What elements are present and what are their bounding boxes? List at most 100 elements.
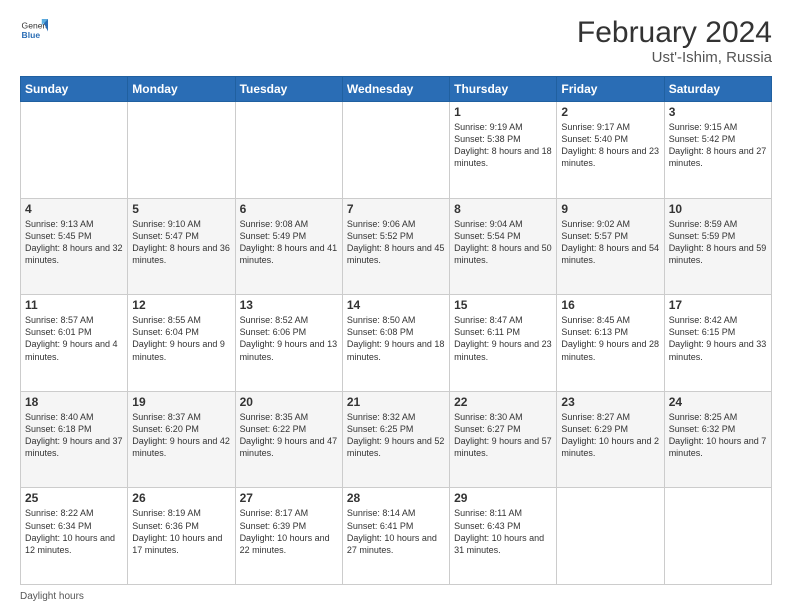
day-info: Sunrise: 8:50 AM Sunset: 6:08 PM Dayligh… <box>347 314 445 363</box>
day-info: Sunrise: 9:06 AM Sunset: 5:52 PM Dayligh… <box>347 218 445 267</box>
day-info: Sunrise: 8:30 AM Sunset: 6:27 PM Dayligh… <box>454 411 552 460</box>
day-of-week-header: Sunday <box>21 77 128 102</box>
calendar-cell: 6Sunrise: 9:08 AM Sunset: 5:49 PM Daylig… <box>235 198 342 295</box>
day-number: 12 <box>132 298 230 312</box>
day-info: Sunrise: 8:27 AM Sunset: 6:29 PM Dayligh… <box>561 411 659 460</box>
calendar-cell: 28Sunrise: 8:14 AM Sunset: 6:41 PM Dayli… <box>342 488 449 585</box>
day-info: Sunrise: 8:19 AM Sunset: 6:36 PM Dayligh… <box>132 507 230 556</box>
calendar-cell: 22 Sunrise: 8:30 AM Sunset: 6:27 PM Dayli… <box>450 391 557 488</box>
day-number: 25 <box>25 491 123 505</box>
day-info: Sunrise: 9:04 AM Sunset: 5:54 PM Dayligh… <box>454 218 552 267</box>
calendar-cell: 2 Sunrise: 9:17 AM Sunset: 5:40 PM Daylig… <box>557 102 664 199</box>
day-number: 27 <box>240 491 338 505</box>
calendar-cell: 29 Sunrise: 8:11 AM Sunset: 6:43 PM Dayli… <box>450 488 557 585</box>
calendar-cell <box>557 488 664 585</box>
calendar-cell: 11Sunrise: 8:57 AM Sunset: 6:01 PM Dayli… <box>21 295 128 392</box>
day-info: Sunrise: 8:35 AM Sunset: 6:22 PM Dayligh… <box>240 411 338 460</box>
day-info: Sunrise: 8:47 AM Sunset: 6:11 PM Dayligh… <box>454 314 552 363</box>
day-of-week-header: Monday <box>128 77 235 102</box>
day-number: 17 <box>669 298 767 312</box>
day-number: 14 <box>347 298 445 312</box>
daylight-hours-label: Daylight hours <box>20 591 84 602</box>
day-number: 20 <box>240 395 338 409</box>
day-number: 16 <box>561 298 659 312</box>
calendar-cell: 20 Sunrise: 8:35 AM Sunset: 6:22 PM Dayli… <box>235 391 342 488</box>
day-info: Sunrise: 8:17 AM Sunset: 6:39 PM Dayligh… <box>240 507 338 556</box>
day-info: Sunrise: 8:55 AM Sunset: 6:04 PM Dayligh… <box>132 314 230 363</box>
calendar-cell: 3Sunrise: 9:15 AM Sunset: 5:42 PM Daylig… <box>664 102 771 199</box>
day-info: Sunrise: 8:45 AM Sunset: 6:13 PM Dayligh… <box>561 314 659 363</box>
day-info: Sunrise: 8:37 AM Sunset: 6:20 PM Dayligh… <box>132 411 230 460</box>
day-number: 23 <box>561 395 659 409</box>
day-number: 29 <box>454 491 552 505</box>
day-info: Sunrise: 9:02 AM Sunset: 5:57 PM Dayligh… <box>561 218 659 267</box>
day-info: Sunrise: 8:42 AM Sunset: 6:15 PM Dayligh… <box>669 314 767 363</box>
calendar-cell: 10 Sunrise: 8:59 AM Sunset: 5:59 PM Dayli… <box>664 198 771 295</box>
month-year-title: February 2024 <box>577 16 772 49</box>
day-number: 2 <box>561 105 659 119</box>
day-info: Sunrise: 8:14 AM Sunset: 6:41 PM Dayligh… <box>347 507 445 556</box>
calendar-cell: 18Sunrise: 8:40 AM Sunset: 6:18 PM Dayli… <box>21 391 128 488</box>
calendar-header-row: SundayMondayTuesdayWednesdayThursdayFrid… <box>21 77 772 102</box>
calendar-cell <box>342 102 449 199</box>
day-number: 7 <box>347 202 445 216</box>
day-number: 22 <box>454 395 552 409</box>
day-of-week-header: Saturday <box>664 77 771 102</box>
day-info: Sunrise: 8:22 AM Sunset: 6:34 PM Dayligh… <box>25 507 123 556</box>
day-info: Sunrise: 8:32 AM Sunset: 6:25 PM Dayligh… <box>347 411 445 460</box>
day-number: 10 <box>669 202 767 216</box>
day-info: Sunrise: 8:52 AM Sunset: 6:06 PM Dayligh… <box>240 314 338 363</box>
day-number: 24 <box>669 395 767 409</box>
day-number: 15 <box>454 298 552 312</box>
calendar-week-row: 18Sunrise: 8:40 AM Sunset: 6:18 PM Dayli… <box>21 391 772 488</box>
calendar-week-row: 25 Sunrise: 8:22 AM Sunset: 6:34 PM Dayli… <box>21 488 772 585</box>
day-number: 9 <box>561 202 659 216</box>
calendar-cell: 7 Sunrise: 9:06 AM Sunset: 5:52 PM Daylig… <box>342 198 449 295</box>
day-number: 11 <box>25 298 123 312</box>
location-subtitle: Ust'-Ishim, Russia <box>577 49 772 66</box>
calendar-cell <box>21 102 128 199</box>
title-block: February 2024 Ust'-Ishim, Russia <box>577 16 772 66</box>
calendar-cell: 9 Sunrise: 9:02 AM Sunset: 5:57 PM Daylig… <box>557 198 664 295</box>
calendar-cell: 15 Sunrise: 8:47 AM Sunset: 6:11 PM Dayli… <box>450 295 557 392</box>
day-number: 6 <box>240 202 338 216</box>
calendar-cell: 12 Sunrise: 8:55 AM Sunset: 6:04 PM Dayli… <box>128 295 235 392</box>
day-of-week-header: Wednesday <box>342 77 449 102</box>
day-number: 1 <box>454 105 552 119</box>
day-number: 13 <box>240 298 338 312</box>
calendar-cell: 27 Sunrise: 8:17 AM Sunset: 6:39 PM Dayli… <box>235 488 342 585</box>
logo: General Blue <box>20 16 48 44</box>
day-info: Sunrise: 8:25 AM Sunset: 6:32 PM Dayligh… <box>669 411 767 460</box>
calendar-cell: 19 Sunrise: 8:37 AM Sunset: 6:20 PM Dayli… <box>128 391 235 488</box>
day-info: Sunrise: 8:11 AM Sunset: 6:43 PM Dayligh… <box>454 507 552 556</box>
day-number: 5 <box>132 202 230 216</box>
calendar-cell: 8 Sunrise: 9:04 AM Sunset: 5:54 PM Daylig… <box>450 198 557 295</box>
calendar-cell: 24 Sunrise: 8:25 AM Sunset: 6:32 PM Dayli… <box>664 391 771 488</box>
calendar-cell <box>128 102 235 199</box>
header: General Blue February 2024 Ust'-Ishim, R… <box>20 16 772 66</box>
calendar-cell <box>664 488 771 585</box>
day-number: 8 <box>454 202 552 216</box>
day-of-week-header: Thursday <box>450 77 557 102</box>
calendar-week-row: 1 Sunrise: 9:19 AM Sunset: 5:38 PM Daylig… <box>21 102 772 199</box>
calendar-cell: 16 Sunrise: 8:45 AM Sunset: 6:13 PM Dayli… <box>557 295 664 392</box>
day-info: Sunrise: 9:17 AM Sunset: 5:40 PM Dayligh… <box>561 121 659 170</box>
day-number: 26 <box>132 491 230 505</box>
day-info: Sunrise: 9:15 AM Sunset: 5:42 PM Dayligh… <box>669 121 767 170</box>
calendar-cell: 4 Sunrise: 9:13 AM Sunset: 5:45 PM Daylig… <box>21 198 128 295</box>
day-of-week-header: Friday <box>557 77 664 102</box>
calendar-cell: 5Sunrise: 9:10 AM Sunset: 5:47 PM Daylig… <box>128 198 235 295</box>
page: General Blue February 2024 Ust'-Ishim, R… <box>0 0 792 612</box>
day-of-week-header: Tuesday <box>235 77 342 102</box>
day-number: 4 <box>25 202 123 216</box>
calendar-cell: 23 Sunrise: 8:27 AM Sunset: 6:29 PM Dayli… <box>557 391 664 488</box>
day-number: 21 <box>347 395 445 409</box>
svg-text:Blue: Blue <box>22 30 41 40</box>
calendar-table: SundayMondayTuesdayWednesdayThursdayFrid… <box>20 76 772 585</box>
day-info: Sunrise: 8:59 AM Sunset: 5:59 PM Dayligh… <box>669 218 767 267</box>
day-info: Sunrise: 9:13 AM Sunset: 5:45 PM Dayligh… <box>25 218 123 267</box>
calendar-week-row: 4 Sunrise: 9:13 AM Sunset: 5:45 PM Daylig… <box>21 198 772 295</box>
day-number: 19 <box>132 395 230 409</box>
calendar-cell: 17 Sunrise: 8:42 AM Sunset: 6:15 PM Dayli… <box>664 295 771 392</box>
day-info: Sunrise: 9:19 AM Sunset: 5:38 PM Dayligh… <box>454 121 552 170</box>
